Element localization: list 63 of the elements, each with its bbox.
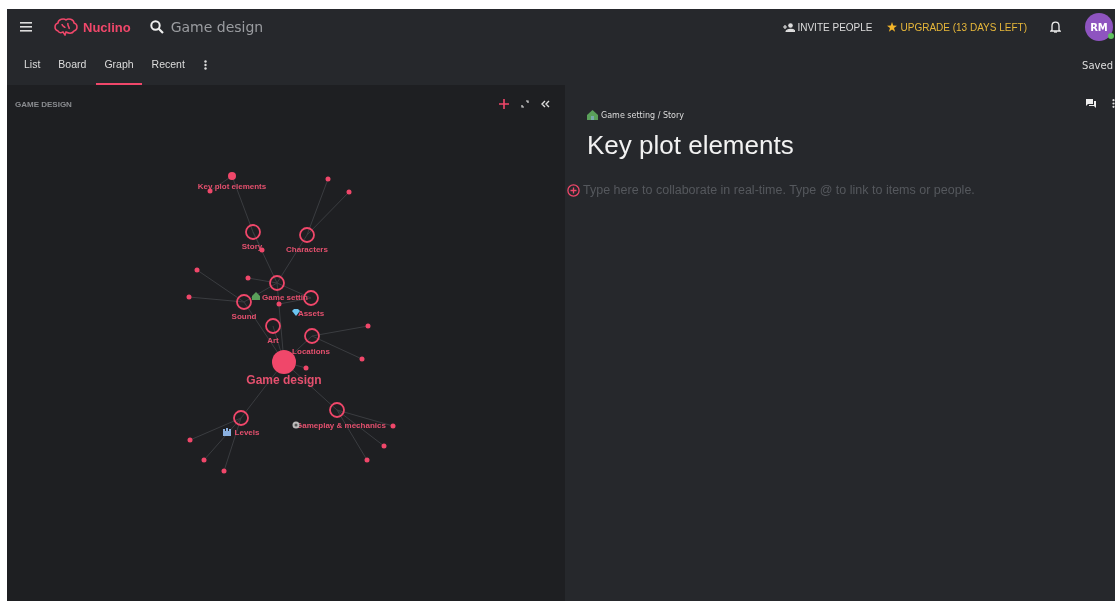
house-icon — [252, 292, 260, 300]
graph-dot[interactable] — [186, 294, 192, 300]
graph-dot[interactable] — [365, 323, 371, 329]
node-label[interactable]: Assets — [297, 309, 325, 318]
graph-dot[interactable] — [194, 267, 200, 273]
panel-title: GAME DESIGN — [15, 99, 72, 109]
invite-people-button[interactable]: INVITE PEOPLE — [783, 21, 873, 33]
graph-dot[interactable] — [221, 468, 227, 474]
star-icon — [887, 22, 898, 32]
graph-node[interactable] — [299, 227, 315, 243]
brain-logo-icon — [54, 18, 78, 36]
graph-dot[interactable] — [390, 423, 396, 429]
view-tab[interactable]: Recent — [143, 45, 193, 85]
save-status: Saved — [1082, 59, 1113, 71]
graph-dot[interactable] — [201, 457, 207, 463]
node-label[interactable]: Art — [267, 336, 279, 345]
search-field[interactable]: Game design — [149, 19, 264, 35]
gear-icon — [292, 421, 300, 429]
view-tab[interactable]: Board — [50, 45, 95, 85]
node-label[interactable]: Story — [241, 242, 263, 251]
add-block-icon[interactable] — [567, 183, 580, 197]
more-icon[interactable] — [1112, 99, 1115, 108]
user-avatar[interactable]: RM — [1085, 13, 1113, 41]
expand-icon[interactable] — [521, 100, 529, 108]
comments-icon[interactable] — [1086, 99, 1096, 108]
node-label[interactable]: Locations — [292, 347, 330, 356]
graph-node[interactable] — [236, 294, 252, 310]
add-person-icon — [783, 22, 796, 32]
search-icon — [149, 20, 164, 34]
node-label[interactable]: Characters — [286, 245, 328, 254]
graph-dot[interactable] — [346, 189, 352, 195]
node-label[interactable]: Levels — [234, 428, 260, 437]
view-tab[interactable]: List — [16, 45, 49, 85]
gem-icon — [292, 309, 300, 316]
collapse-icon[interactable] — [541, 100, 550, 108]
upgrade-button[interactable]: UPGRADE (13 DAYS LEFT) — [887, 21, 1027, 33]
graph-dot[interactable] — [381, 443, 387, 449]
app-name[interactable]: Nuclino — [83, 19, 131, 35]
node-label[interactable]: Sound — [231, 312, 257, 321]
node-label[interactable]: Key plot elements — [197, 182, 267, 191]
graph-dot[interactable] — [276, 301, 282, 307]
graph-dot[interactable] — [187, 437, 193, 443]
node-label[interactable]: Game design — [246, 373, 322, 387]
castle-icon — [223, 428, 231, 436]
house-icon — [587, 110, 598, 120]
graph-dot[interactable] — [325, 176, 331, 182]
graph-node[interactable] — [269, 275, 285, 291]
more-icon[interactable] — [203, 60, 207, 70]
graph-dot[interactable] — [364, 457, 370, 463]
menu-icon[interactable] — [20, 22, 32, 32]
graph-dot[interactable] — [245, 275, 251, 281]
graph-node[interactable] — [304, 328, 320, 344]
add-icon[interactable] — [499, 99, 509, 109]
document-title: Key plot elements — [587, 130, 795, 161]
graph-node[interactable] — [233, 410, 249, 426]
graph-node[interactable] — [228, 172, 236, 180]
graph-dot[interactable] — [303, 365, 309, 371]
breadcrumb[interactable]: Game setting / Story — [601, 110, 684, 120]
graph-node[interactable] — [245, 224, 261, 240]
notification-bell-icon[interactable] — [1050, 21, 1061, 33]
graph-node[interactable] — [329, 402, 345, 418]
graph-node[interactable] — [265, 318, 281, 334]
graph-dot[interactable] — [359, 356, 365, 362]
